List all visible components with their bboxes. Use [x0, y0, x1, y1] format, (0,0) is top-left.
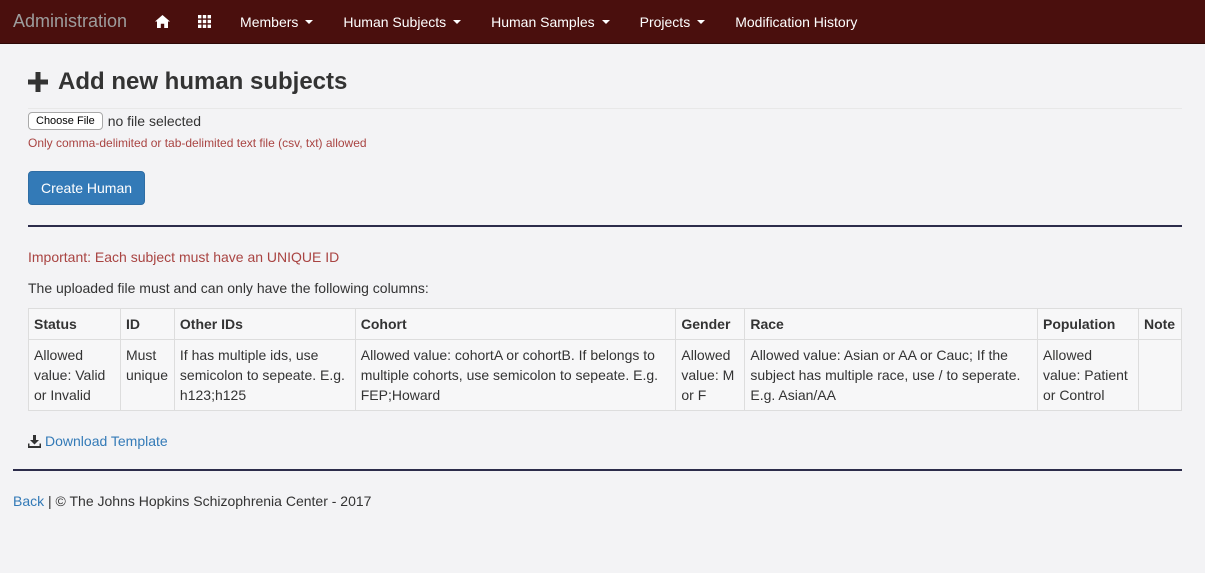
section-divider — [28, 225, 1182, 227]
create-human-button[interactable]: Create Human — [28, 171, 145, 205]
download-template-label: Download Template — [45, 433, 168, 449]
choose-file-button[interactable]: Choose File — [28, 112, 103, 130]
column-header: Other IDs — [173, 308, 356, 340]
back-link[interactable]: Back — [13, 493, 44, 509]
column-header: Status — [28, 308, 121, 340]
footer-divider — [13, 469, 1182, 471]
table-cell: Must unique — [119, 339, 175, 411]
nav-projects-dropdown[interactable]: Projects — [625, 0, 721, 44]
table-cell: If has multiple ids, use semicolon to se… — [173, 339, 356, 411]
table-cell: Allowed value: M or F — [675, 339, 746, 411]
caret-down-icon — [697, 19, 706, 24]
apps-grid-icon[interactable] — [184, 0, 225, 44]
important-notice: Important: Each subject must have an UNI… — [28, 249, 340, 265]
file-status-text: no file selected — [107, 113, 202, 129]
file-input[interactable]: Choose File no file selected — [28, 112, 1182, 130]
columns-intro-text: The uploaded file must and can only have… — [28, 280, 429, 296]
table-row: Allowed value: Valid or Invalid Must uni… — [28, 339, 1183, 411]
nav-human-subjects-dropdown[interactable]: Human Subjects — [328, 0, 476, 44]
table-cell — [1137, 339, 1183, 411]
copyright-text: | © The Johns Hopkins Schizophrenia Cent… — [48, 493, 372, 509]
table-cell: Allowed value: cohortA or cohortB. If be… — [354, 339, 677, 411]
navbar-brand[interactable]: Administration — [13, 11, 127, 32]
download-template-link[interactable]: Download Template — [28, 433, 1182, 449]
nav-human-samples-dropdown[interactable]: Human Samples — [476, 0, 625, 44]
main-content: Add new human subjects Choose File no fi… — [0, 44, 1205, 449]
columns-table: Status ID Other IDs Cohort Gender Race P… — [28, 308, 1183, 411]
column-header: Population — [1036, 308, 1139, 340]
page-title: Add new human subjects — [28, 44, 1182, 96]
table-cell: Allowed value: Asian or AA or Cauc; If t… — [744, 339, 1038, 411]
caret-down-icon — [305, 19, 314, 24]
column-header: Gender — [675, 308, 746, 340]
nav-modification-history[interactable]: Modification History — [720, 0, 872, 44]
file-help-text: Only comma-delimited or tab-delimited te… — [28, 136, 367, 150]
download-icon — [28, 434, 41, 448]
caret-down-icon — [453, 19, 462, 24]
home-icon[interactable] — [141, 0, 184, 44]
caret-down-icon — [601, 19, 610, 24]
footer: Back | © The Johns Hopkins Schizophrenia… — [13, 493, 1205, 509]
table-cell: Allowed value: Valid or Invalid — [28, 339, 121, 411]
top-navbar: Administration Members Human Subjects Hu… — [0, 0, 1205, 44]
column-header: ID — [119, 308, 175, 340]
title-divider — [28, 108, 1182, 109]
nav-members-dropdown[interactable]: Members — [225, 0, 328, 44]
column-header: Note — [1137, 308, 1183, 340]
column-header: Race — [744, 308, 1038, 340]
column-header: Cohort — [354, 308, 677, 340]
table-header-row: Status ID Other IDs Cohort Gender Race P… — [28, 308, 1183, 340]
table-cell: Allowed value: Patient or Control — [1036, 339, 1139, 411]
plus-icon — [28, 72, 48, 92]
